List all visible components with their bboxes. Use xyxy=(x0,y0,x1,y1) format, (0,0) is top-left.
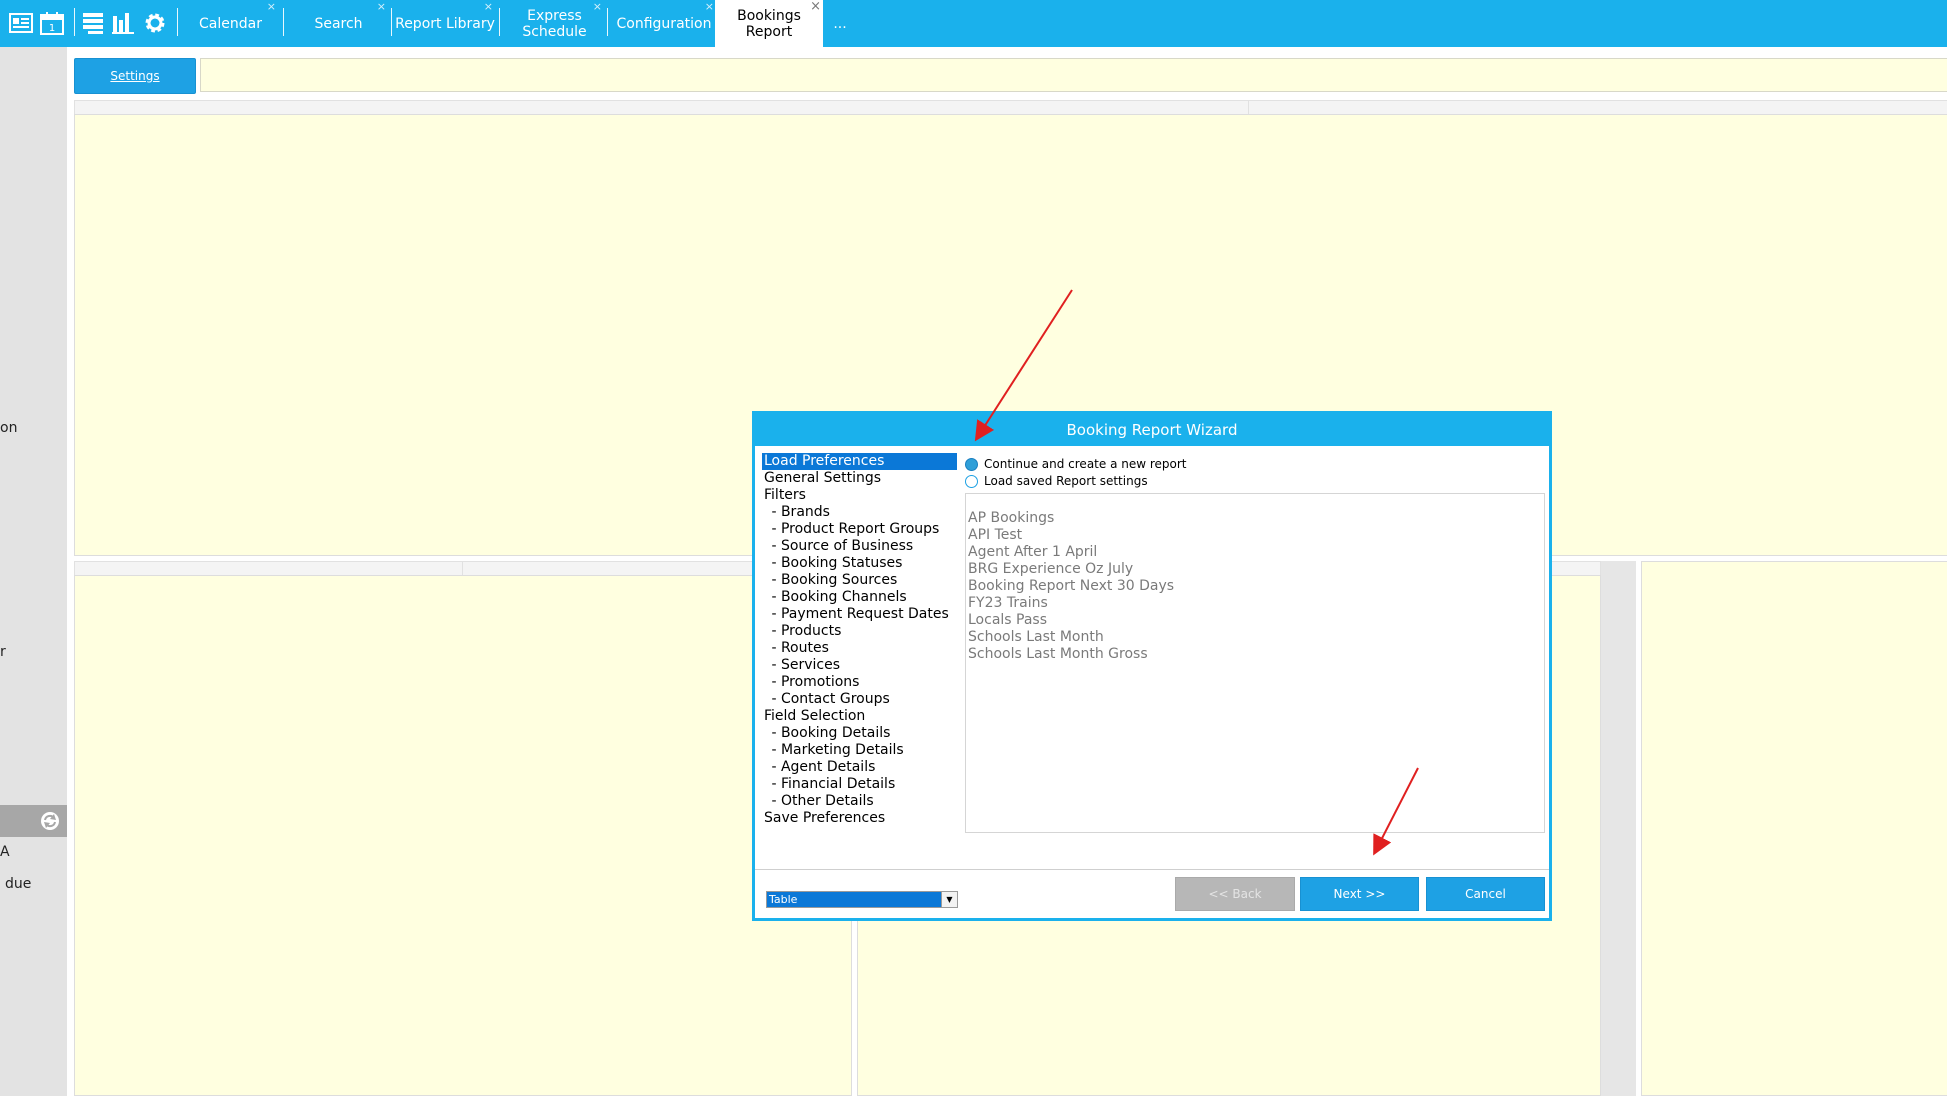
saved-report-item[interactable]: Locals Pass xyxy=(966,612,1544,629)
new-report-option[interactable]: Continue and create a new report xyxy=(965,457,1187,471)
tab-calendar[interactable]: Calendar × xyxy=(183,0,278,47)
select-value: Table xyxy=(769,893,798,906)
saved-reports-list[interactable]: AP Bookings API Test Agent After 1 April BR… xyxy=(965,493,1545,833)
calendar-icon[interactable]: 1 xyxy=(39,10,65,36)
svg-text:1: 1 xyxy=(49,23,55,34)
tab-overflow-button[interactable]: ... xyxy=(828,0,852,47)
tab-label: Bookings Report xyxy=(737,7,801,40)
close-icon[interactable]: × xyxy=(377,1,386,12)
wizard-step[interactable]: - Booking Statuses xyxy=(762,555,957,572)
cancel-button[interactable]: Cancel xyxy=(1426,877,1545,911)
option-label: Continue and create a new report xyxy=(984,457,1187,471)
saved-report-item[interactable]: FY23 Trains xyxy=(966,595,1544,612)
wizard-step[interactable]: - Brands xyxy=(762,504,957,521)
saved-report-item[interactable]: API Test xyxy=(966,527,1544,544)
back-button[interactable]: << Back xyxy=(1175,877,1295,911)
wizard-step[interactable]: Field Selection xyxy=(762,708,957,725)
wizard-step[interactable]: - Services xyxy=(762,657,957,674)
radio-button[interactable] xyxy=(965,474,978,488)
wizard-step[interactable]: Save Preferences xyxy=(762,810,957,827)
option-label: Load saved Report settings xyxy=(984,474,1148,488)
tab-bookings-report[interactable]: Bookings Report × xyxy=(715,0,823,47)
sidebar-fragment: A xyxy=(0,844,10,860)
wizard-step[interactable]: - Payment Request Dates xyxy=(762,606,957,623)
wizard-step[interactable]: - Agent Details xyxy=(762,759,957,776)
wizard-steps-list[interactable]: Load Preferences General Settings Filters … xyxy=(762,453,957,827)
tab-label: Calendar xyxy=(199,15,262,32)
sidebar-fragment: r xyxy=(0,644,6,660)
top-toolbar: 1 Calendar × Search × Report Library × E… xyxy=(0,0,1947,47)
radio-button[interactable] xyxy=(965,457,978,471)
view-type-select[interactable]: Table ▼ xyxy=(766,891,958,908)
gear-icon[interactable] xyxy=(142,10,168,36)
wizard-step[interactable]: Filters xyxy=(762,487,957,504)
toolbar-divider xyxy=(391,8,392,36)
settings-button[interactable]: Settings xyxy=(74,58,196,94)
wizard-step[interactable]: - Routes xyxy=(762,640,957,657)
refresh-icon[interactable] xyxy=(40,811,60,831)
toolbar-divider xyxy=(283,8,284,36)
saved-report-item[interactable]: Schools Last Month xyxy=(966,629,1544,646)
tab-configuration[interactable]: Configuration × xyxy=(612,0,716,47)
chevron-down-icon[interactable]: ▼ xyxy=(941,892,957,907)
report-pane-bottom-right xyxy=(1641,561,1947,1096)
saved-report-item[interactable]: Schools Last Month Gross xyxy=(966,646,1544,663)
tab-search[interactable]: Search × xyxy=(289,0,388,47)
wizard-step[interactable]: - Booking Channels xyxy=(762,589,957,606)
toolbar-divider xyxy=(607,8,608,36)
report-title-input[interactable] xyxy=(200,58,1947,92)
wizard-step[interactable]: - Contact Groups xyxy=(762,691,957,708)
close-icon[interactable]: × xyxy=(593,1,602,12)
divider xyxy=(755,869,1549,870)
wizard-step[interactable]: - Product Report Groups xyxy=(762,521,957,538)
overflow-label: ... xyxy=(833,15,847,32)
pane-scrollbar[interactable] xyxy=(1601,561,1636,1096)
pane-header xyxy=(1248,100,1947,115)
wizard-step[interactable]: - Financial Details xyxy=(762,776,957,793)
wizard-step[interactable]: - Source of Business xyxy=(762,538,957,555)
sidebar-fragment: on xyxy=(0,420,18,436)
close-icon[interactable]: × xyxy=(267,1,276,12)
bookings-list-icon[interactable] xyxy=(8,10,34,36)
report-pane-bottom-left xyxy=(74,575,852,1096)
wizard-step[interactable]: - Other Details xyxy=(762,793,957,810)
saved-report-item[interactable]: Booking Report Next 30 Days xyxy=(966,578,1544,595)
tab-label: Configuration xyxy=(616,15,712,32)
list-icon[interactable] xyxy=(80,10,106,36)
wizard-step[interactable]: - Promotions xyxy=(762,674,957,691)
tab-express-schedule[interactable]: Express Schedule × xyxy=(505,0,604,47)
load-saved-option[interactable]: Load saved Report settings xyxy=(965,474,1148,488)
dialog-title: Booking Report Wizard xyxy=(755,414,1549,446)
tab-report-library[interactable]: Report Library × xyxy=(395,0,495,47)
wizard-step[interactable]: - Products xyxy=(762,623,957,640)
wizard-step[interactable]: - Marketing Details xyxy=(762,742,957,759)
chart-icon[interactable] xyxy=(110,10,136,36)
next-button[interactable]: Next >> xyxy=(1300,877,1419,911)
pane-header xyxy=(74,561,463,576)
saved-report-item[interactable]: Agent After 1 April xyxy=(966,544,1544,561)
wizard-step[interactable]: - Booking Sources xyxy=(762,572,957,589)
pane-header xyxy=(74,100,1249,115)
sidebar-fragment: due xyxy=(5,876,32,892)
saved-report-item[interactable]: AP Bookings xyxy=(966,510,1544,527)
wizard-step[interactable]: - Booking Details xyxy=(762,725,957,742)
tab-label: Search xyxy=(314,15,363,32)
tab-label: Express Schedule xyxy=(522,7,587,40)
close-icon[interactable]: × xyxy=(705,1,714,12)
saved-report-item[interactable]: BRG Experience Oz July xyxy=(966,561,1544,578)
close-icon[interactable]: × xyxy=(484,1,493,12)
wizard-step[interactable]: Load Preferences xyxy=(762,453,957,470)
close-icon[interactable]: × xyxy=(810,0,821,13)
toolbar-divider xyxy=(177,8,178,36)
tab-label: Report Library xyxy=(395,15,495,32)
booking-report-wizard-dialog: Booking Report Wizard Load Preferences Ge… xyxy=(752,411,1552,921)
sidebar-refresh-bar xyxy=(0,805,67,837)
toolbar-divider xyxy=(74,8,75,36)
toolbar-divider xyxy=(499,8,500,36)
left-sidebar: on r A due xyxy=(0,47,67,1096)
wizard-step[interactable]: General Settings xyxy=(762,470,957,487)
